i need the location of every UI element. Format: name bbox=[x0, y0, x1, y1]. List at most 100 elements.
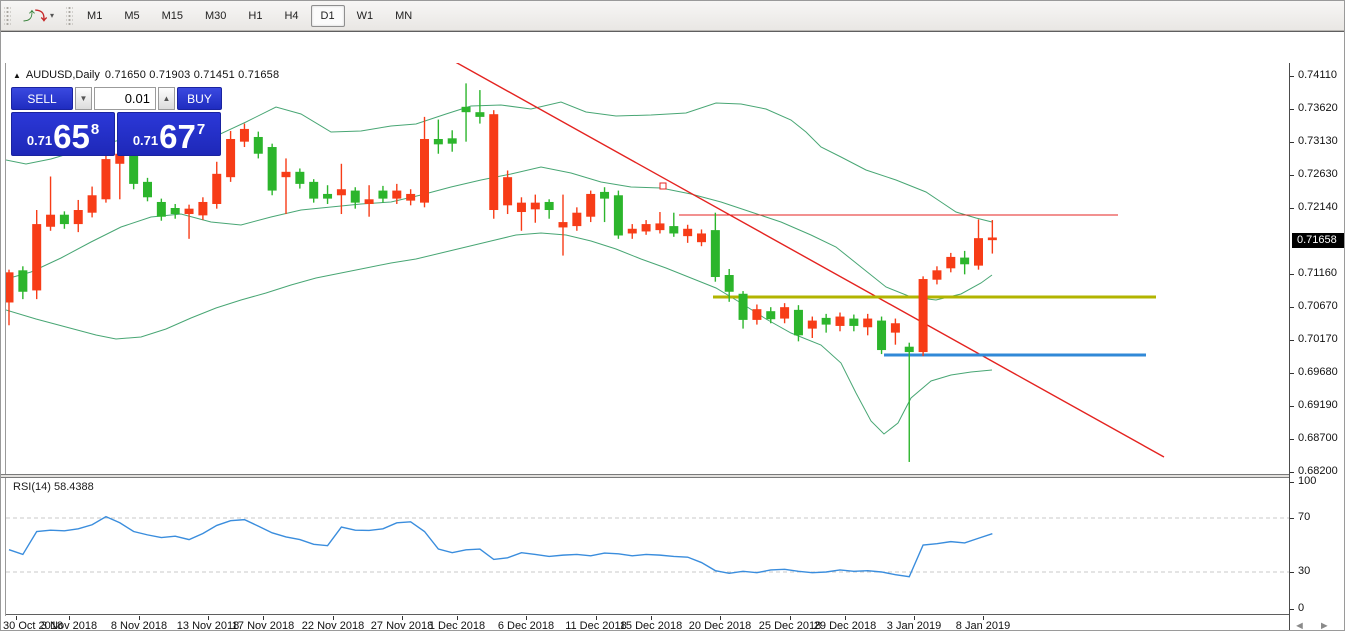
chart-window: ▲ AUDUSD,Daily 0.71650 0.71903 0.71451 0… bbox=[1, 31, 1344, 630]
date-axis: 30 Oct 2018 3 Nov 2018 8 Nov 2018 13 Nov 20… bbox=[1, 616, 1289, 631]
buy-button[interactable]: BUY bbox=[177, 87, 222, 110]
candle-body-bull bbox=[267, 147, 277, 191]
timeframe-button-w1[interactable]: W1 bbox=[347, 5, 384, 27]
mt4-window: ⤴⤵ ▾ M1 M5 M15 M30 H1 H4 D1 W1 MN ▲ AUDUSD,Daily… bbox=[0, 0, 1345, 631]
spin-down-icon: ▼ bbox=[79, 94, 88, 103]
candle-body-bear bbox=[974, 238, 983, 266]
candle-body-bear bbox=[697, 233, 706, 243]
candle-body-bull bbox=[710, 230, 720, 278]
collapse-triangle-icon[interactable]: ▲ bbox=[13, 71, 21, 80]
descending-trendline[interactable] bbox=[441, 63, 1165, 458]
price-label-0.72630: 0.72630 bbox=[1298, 168, 1338, 180]
candle-body-bear bbox=[558, 222, 568, 228]
candle-body-bull bbox=[766, 311, 776, 320]
candle-body-bear bbox=[239, 128, 249, 142]
date-label: 22 Nov 2018 bbox=[301, 620, 365, 631]
scroll-right-button[interactable]: ► bbox=[1319, 620, 1330, 630]
toolbar-grip[interactable] bbox=[4, 4, 11, 27]
candle-body-bear bbox=[212, 173, 222, 204]
timeframe-button-m1[interactable]: M1 bbox=[77, 5, 112, 27]
timeframe-button-h4[interactable]: H4 bbox=[274, 5, 308, 27]
candle-body-bear bbox=[503, 177, 513, 206]
candle-body-bear bbox=[655, 223, 665, 231]
rsi-name: RSI(14) bbox=[13, 481, 51, 493]
candle-body-bull bbox=[821, 317, 831, 325]
date-label: 29 Dec 2018 bbox=[813, 620, 877, 631]
bollinger-lower-band bbox=[6, 232, 993, 435]
date-label: 11 Dec 2018 bbox=[565, 620, 627, 631]
bid-price-display[interactable]: 0.71 65 8 bbox=[11, 112, 115, 156]
candle-body-bull bbox=[143, 181, 152, 198]
candle-body-bull bbox=[600, 191, 610, 199]
candle-body-bear bbox=[890, 323, 900, 333]
candle-body-bear bbox=[946, 256, 956, 269]
date-label: 27 Nov 2018 bbox=[370, 620, 434, 631]
bid-pipette: 8 bbox=[90, 121, 100, 138]
candle-body-bear bbox=[420, 138, 429, 203]
tick bbox=[1290, 482, 1294, 483]
timeframe-button-m5[interactable]: M5 bbox=[114, 5, 149, 27]
candle-body-bull bbox=[350, 190, 360, 203]
timeframe-button-m30[interactable]: M30 bbox=[195, 5, 236, 27]
volume-increase-button[interactable]: ▲ bbox=[158, 87, 175, 110]
candle-body-bull bbox=[793, 309, 803, 336]
scroll-left-button[interactable]: ◄ bbox=[1294, 620, 1305, 630]
ask-pipette: 7 bbox=[196, 121, 206, 138]
candle-body-bear bbox=[918, 279, 928, 353]
candle-body-bear bbox=[101, 159, 111, 200]
tick bbox=[1290, 373, 1294, 374]
date-label: 8 Nov 2018 bbox=[110, 620, 168, 631]
candle-body-bull bbox=[877, 320, 887, 351]
rsi-level-label-100: 100 bbox=[1298, 475, 1317, 487]
date-label: 20 Dec 2018 bbox=[688, 620, 752, 631]
price-label-0.74110: 0.74110 bbox=[1298, 69, 1337, 81]
chevron-down-icon: ▾ bbox=[50, 11, 55, 20]
tick bbox=[1290, 109, 1294, 110]
price-label-0.73130: 0.73130 bbox=[1298, 135, 1338, 147]
candle-body-bull bbox=[669, 226, 679, 234]
candle-body-bull bbox=[253, 136, 263, 154]
candle-body-bear bbox=[572, 212, 582, 227]
ask-big-digits: 67 bbox=[159, 118, 196, 155]
date-label: 3 Nov 2018 bbox=[40, 620, 98, 631]
timeframe-button-h1[interactable]: H1 bbox=[238, 5, 272, 27]
volume-decrease-button[interactable]: ▼ bbox=[75, 87, 92, 110]
rsi-panel-canvas[interactable] bbox=[6, 478, 1289, 615]
tick bbox=[1290, 274, 1294, 275]
candle-body-bull bbox=[433, 138, 443, 145]
timeframe-button-m15[interactable]: M15 bbox=[152, 5, 193, 27]
candle-body-bear bbox=[586, 193, 596, 217]
candle-body-bear bbox=[6, 272, 14, 303]
bid-big-digits: 65 bbox=[53, 118, 90, 155]
tick bbox=[1290, 208, 1294, 209]
sell-button[interactable]: SELL bbox=[11, 87, 73, 110]
rsi-level-label-0: 0 bbox=[1298, 602, 1305, 614]
candle-body-bull bbox=[156, 201, 166, 217]
date-label: 8 Jan 2019 bbox=[955, 620, 1011, 631]
bollinger-middle-band bbox=[6, 166, 993, 301]
spin-up-icon: ▲ bbox=[162, 94, 171, 103]
tick bbox=[1290, 472, 1294, 473]
tick bbox=[1290, 439, 1294, 440]
timeframe-button-mn[interactable]: MN bbox=[385, 5, 422, 27]
candle-body-bull bbox=[849, 318, 859, 326]
candle-body-bear bbox=[932, 270, 942, 280]
trendline-handle[interactable] bbox=[659, 182, 667, 190]
toolbar-grip-2[interactable] bbox=[66, 4, 74, 27]
date-label: 15 Dec 2018 bbox=[619, 620, 683, 631]
chart-symbol-label: AUDUSD,Daily bbox=[25, 69, 100, 81]
candle-body-bull bbox=[295, 171, 305, 184]
ask-price-display[interactable]: 0.71 67 7 bbox=[117, 112, 221, 156]
price-label-0.73620: 0.73620 bbox=[1298, 102, 1338, 114]
current-price-badge: 0.71658 bbox=[1292, 233, 1344, 248]
candle-body-bull bbox=[724, 275, 734, 292]
chart-tools-button[interactable]: ⤴⤵ ▾ bbox=[16, 6, 61, 26]
date-label: 25 Dec 2018 bbox=[758, 620, 822, 631]
candle-body-bear bbox=[32, 224, 42, 291]
date-label: 17 Nov 2018 bbox=[231, 620, 295, 631]
candle-body-bull bbox=[323, 193, 333, 199]
price-label-0.72140: 0.72140 bbox=[1298, 201, 1338, 213]
timeframe-button-d1[interactable]: D1 bbox=[310, 4, 345, 27]
price-label-0.70670: 0.70670 bbox=[1298, 300, 1338, 312]
volume-input[interactable] bbox=[94, 87, 156, 110]
